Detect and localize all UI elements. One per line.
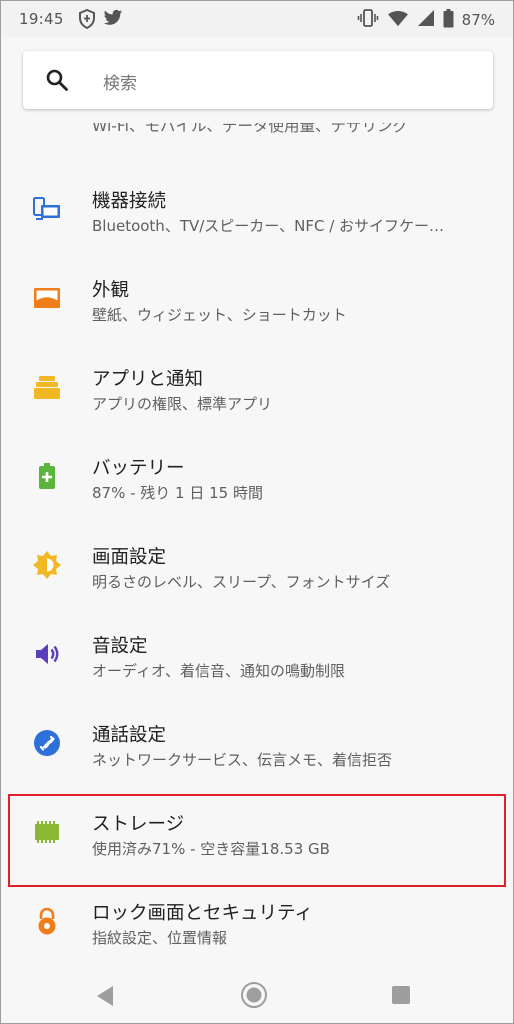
settings-item-subtitle: ネットワークサービス、伝言メモ、着信拒否 bbox=[92, 751, 393, 769]
settings-item-subtitle: Bluetooth、TV/スピーカー、NFC / おサイフケー… bbox=[92, 217, 445, 235]
brightness-icon bbox=[33, 551, 61, 579]
settings-item-title: ストレージ bbox=[92, 814, 185, 835]
settings-item-subtitle: オーディオ、着信音、通知の鳴動制限 bbox=[92, 662, 346, 680]
settings-item-display[interactable]: 画面設定 明るさのレベル、スリープ、フォントサイズ bbox=[1, 525, 513, 614]
vibrate-icon bbox=[357, 8, 379, 32]
navigation-bar bbox=[1, 965, 513, 1023]
lock-icon bbox=[33, 907, 61, 935]
appearance-icon bbox=[33, 284, 61, 312]
apps-icon bbox=[33, 373, 61, 401]
settings-item-title: 画面設定 bbox=[92, 547, 167, 568]
twitter-bird-icon bbox=[103, 9, 125, 29]
network-item-subtitle-partial[interactable]: Wi-Fi、モバイル、データ使用量、テザリング bbox=[92, 123, 408, 143]
search-icon[interactable] bbox=[45, 68, 69, 92]
settings-item-subtitle: 指紋設定、位置情報 bbox=[92, 929, 228, 947]
settings-item-title: アプリと通知 bbox=[92, 369, 204, 390]
settings-item-subtitle: 使用済み71% - 空き容量18.53 GB bbox=[92, 840, 330, 858]
settings-item-title: 通話設定 bbox=[92, 725, 167, 746]
settings-item-subtitle: 87% - 残り 1 日 15 時間 bbox=[92, 484, 263, 502]
settings-item-sound[interactable]: 音設定 オーディオ、着信音、通知の鳴動制限 bbox=[1, 614, 513, 703]
settings-item-battery[interactable]: バッテリー 87% - 残り 1 日 15 時間 bbox=[1, 436, 513, 525]
settings-item-subtitle: 壁紙、ウィジェット、ショートカット bbox=[92, 306, 347, 324]
status-right-group: 87% bbox=[357, 8, 495, 32]
home-icon[interactable] bbox=[240, 981, 268, 1013]
settings-item-apps-notifications[interactable]: アプリと通知 アプリの権限、標準アプリ bbox=[1, 347, 513, 436]
settings-item-call[interactable]: 通話設定 ネットワークサービス、伝言メモ、着信拒否 bbox=[1, 703, 513, 792]
settings-item-subtitle: アプリの権限、標準アプリ bbox=[92, 395, 273, 413]
settings-item-title: 機器接続 bbox=[92, 191, 167, 212]
recent-apps-icon[interactable] bbox=[391, 985, 411, 1009]
settings-item-storage[interactable]: ストレージ 使用済み71% - 空き容量18.53 GB bbox=[1, 792, 513, 881]
settings-item-title: 外観 bbox=[92, 280, 130, 301]
search-area: 検索 bbox=[1, 37, 513, 131]
devices-icon bbox=[33, 195, 61, 223]
battery-plus-icon bbox=[33, 462, 61, 490]
settings-item-subtitle: 明るさのレベル、スリープ、フォントサイズ bbox=[92, 573, 391, 591]
settings-item-lock-security[interactable]: ロック画面とセキュリティ 指紋設定、位置情報 bbox=[1, 881, 513, 970]
settings-item-title: 音設定 bbox=[92, 636, 148, 657]
settings-item-device-connection[interactable]: 機器接続 Bluetooth、TV/スピーカー、NFC / おサイフケー… bbox=[1, 169, 513, 258]
status-bar: 19:45 87% bbox=[1, 1, 513, 37]
settings-item-title: ロック画面とセキュリティ bbox=[92, 903, 313, 924]
search-placeholder[interactable]: 検索 bbox=[103, 69, 137, 94]
volume-icon bbox=[33, 640, 61, 668]
settings-item-title: バッテリー bbox=[92, 458, 185, 479]
settings-item-appearance[interactable]: 外観 壁紙、ウィジェット、ショートカット bbox=[1, 258, 513, 347]
shield-icon bbox=[77, 8, 99, 30]
storage-chip-icon bbox=[33, 818, 61, 846]
search-bar[interactable]: 検索 bbox=[23, 51, 493, 109]
signal-icon bbox=[417, 9, 435, 31]
settings-list: 機器接続 Bluetooth、TV/スピーカー、NFC / おサイフケー… 外観… bbox=[1, 169, 513, 970]
screen-frame: 19:45 87% 検索 Wi-Fi、モバイル、データ使用量、テザリング 機器接… bbox=[0, 0, 514, 1024]
status-time: 19:45 bbox=[19, 10, 64, 28]
phone-icon bbox=[33, 729, 61, 757]
back-icon[interactable] bbox=[95, 985, 115, 1011]
battery-percent: 87% bbox=[461, 11, 495, 29]
wifi-icon bbox=[387, 9, 409, 31]
battery-icon bbox=[443, 8, 454, 32]
